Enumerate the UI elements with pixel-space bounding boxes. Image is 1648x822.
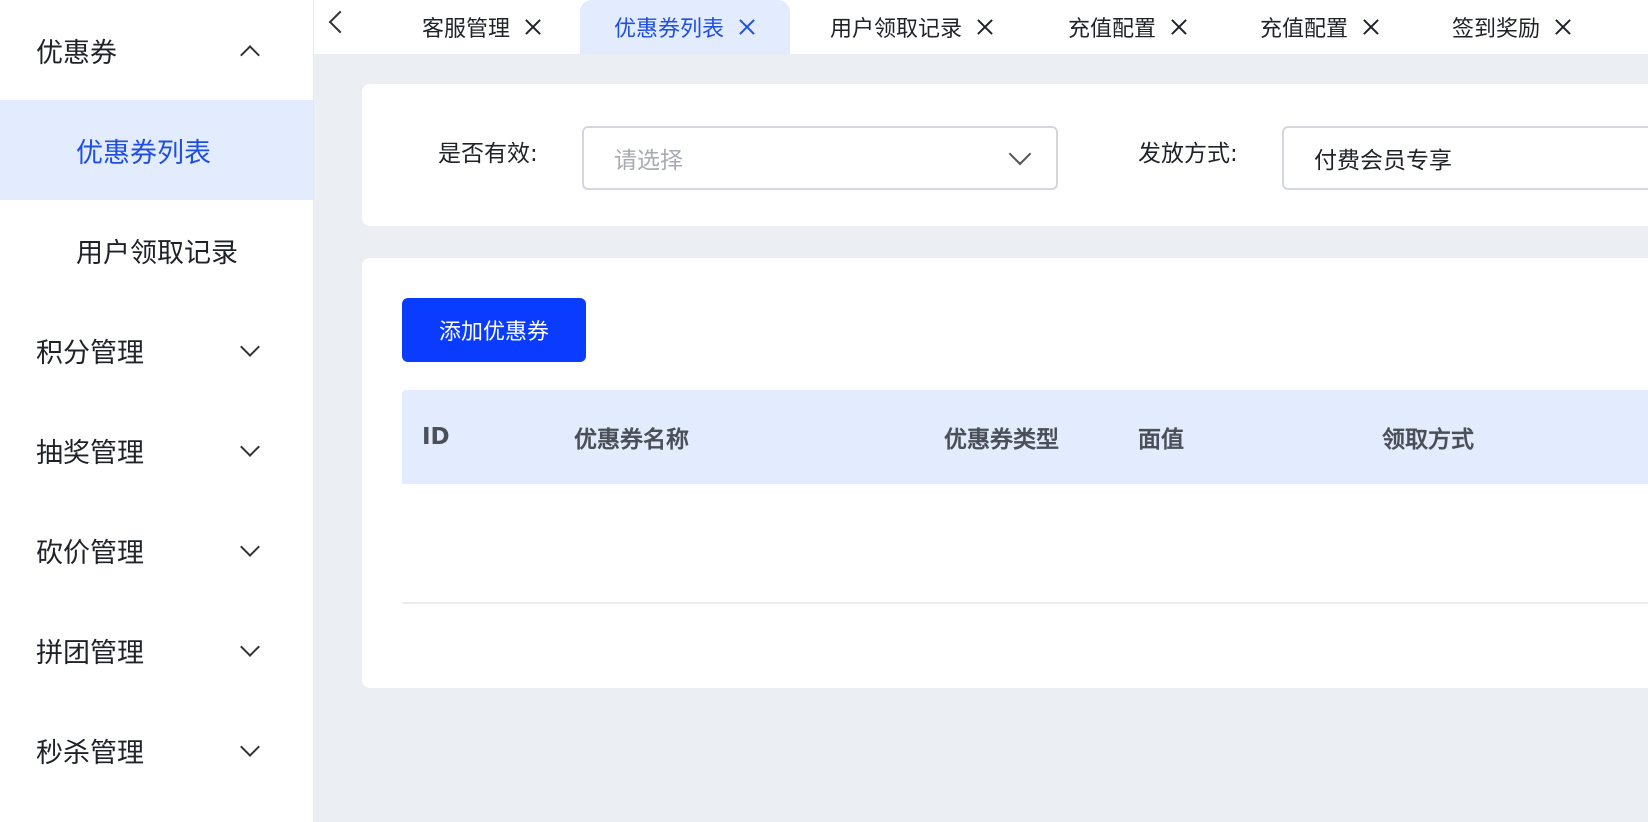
- sidebar-group-group-buy[interactable]: 拼团管理: [0, 600, 313, 700]
- chevron-down-icon: [240, 337, 260, 357]
- sidebar-group-bargain[interactable]: 砍价管理: [0, 500, 313, 600]
- chevron-down-icon: [240, 737, 260, 757]
- sidebar-group-label: 优惠券: [36, 37, 117, 69]
- tab-checkin-reward[interactable]: 签到奖励: [1452, 0, 1572, 54]
- column-header-coupon-type[interactable]: 优惠券类型: [944, 390, 1059, 484]
- sidebar-group-lottery[interactable]: 抽奖管理: [0, 400, 313, 500]
- tab-user-claims[interactable]: 用户领取记录: [830, 0, 994, 54]
- tab-label: 签到奖励: [1452, 17, 1541, 42]
- close-icon[interactable]: [1170, 18, 1188, 36]
- sidebar-item-coupon-list[interactable]: 优惠券列表: [0, 100, 313, 200]
- sidebar-item-label: 优惠券列表: [76, 137, 211, 169]
- close-icon[interactable]: [524, 18, 542, 36]
- table-body-divider: [402, 602, 1648, 604]
- column-header-id[interactable]: ID: [422, 390, 450, 484]
- tab-label: 客服管理: [422, 17, 511, 42]
- valid-select-placeholder: 请选择: [614, 148, 683, 174]
- tab-label: 优惠券列表: [614, 17, 725, 42]
- sidebar-group-label: 抽奖管理: [36, 437, 144, 469]
- sidebar-group-label: 积分管理: [36, 337, 144, 369]
- coupon-table-panel: 添加优惠券 ID 优惠券名称 优惠券类型 面值 领取方式: [362, 258, 1648, 688]
- tab-recharge-config[interactable]: 充值配置: [1068, 0, 1188, 54]
- close-icon[interactable]: [1362, 18, 1380, 36]
- tab-bar: 客服管理 优惠券列表 用户领取记录 充值配置 充值配置 签到奖励: [314, 0, 1648, 54]
- sidebar-item-label: 用户领取记录: [76, 237, 238, 269]
- issue-method-select[interactable]: 付费会员专享: [1282, 126, 1648, 190]
- chevron-down-icon: [240, 537, 260, 557]
- column-header-coupon-name[interactable]: 优惠券名称: [574, 390, 689, 484]
- sidebar-item-user-claims[interactable]: 用户领取记录: [0, 200, 313, 300]
- sidebar: 优惠券 优惠券列表 用户领取记录 积分管理 抽奖管理 砍价管理 拼团管理 秒杀管…: [0, 0, 314, 822]
- tab-label: 用户领取记录: [830, 17, 963, 42]
- sidebar-group-coupon[interactable]: 优惠券: [0, 0, 313, 100]
- app-root: 优惠券 优惠券列表 用户领取记录 积分管理 抽奖管理 砍价管理 拼团管理 秒杀管…: [0, 0, 1648, 822]
- add-coupon-button[interactable]: 添加优惠券: [402, 298, 586, 362]
- chevron-down-icon: [240, 437, 260, 457]
- close-icon[interactable]: [976, 18, 994, 36]
- chevron-up-icon: [240, 45, 260, 65]
- close-icon[interactable]: [1554, 18, 1572, 36]
- filter-panel: 是否有效: 请选择 发放方式: 付费会员专享: [362, 84, 1648, 226]
- column-header-claim-method[interactable]: 领取方式: [1382, 390, 1474, 484]
- issue-method-filter-label: 发放方式:: [1138, 141, 1238, 167]
- sidebar-group-points[interactable]: 积分管理: [0, 300, 313, 400]
- tab-customer-service[interactable]: 客服管理: [422, 0, 542, 54]
- tab-recharge-config-2[interactable]: 充值配置: [1260, 0, 1380, 54]
- issue-method-select-value: 付费会员专享: [1314, 148, 1452, 174]
- column-header-face-value[interactable]: 面值: [1138, 390, 1184, 484]
- tab-label: 充值配置: [1068, 17, 1157, 42]
- sidebar-group-label: 拼团管理: [36, 637, 144, 669]
- tab-label: 充值配置: [1260, 17, 1349, 42]
- chevron-down-icon: [1008, 142, 1032, 166]
- valid-select[interactable]: 请选择: [582, 126, 1058, 190]
- sidebar-group-label: 砍价管理: [36, 537, 144, 569]
- valid-filter-label: 是否有效:: [438, 141, 538, 167]
- sidebar-group-flash-sale[interactable]: 秒杀管理: [0, 700, 313, 800]
- table-header: ID 优惠券名称 优惠券类型 面值 领取方式: [402, 390, 1648, 484]
- chevron-down-icon: [240, 637, 260, 657]
- tab-coupon-list[interactable]: 优惠券列表: [580, 0, 791, 54]
- close-icon[interactable]: [738, 18, 756, 36]
- chevron-left-icon[interactable]: [328, 10, 352, 34]
- sidebar-group-label: 秒杀管理: [36, 737, 144, 769]
